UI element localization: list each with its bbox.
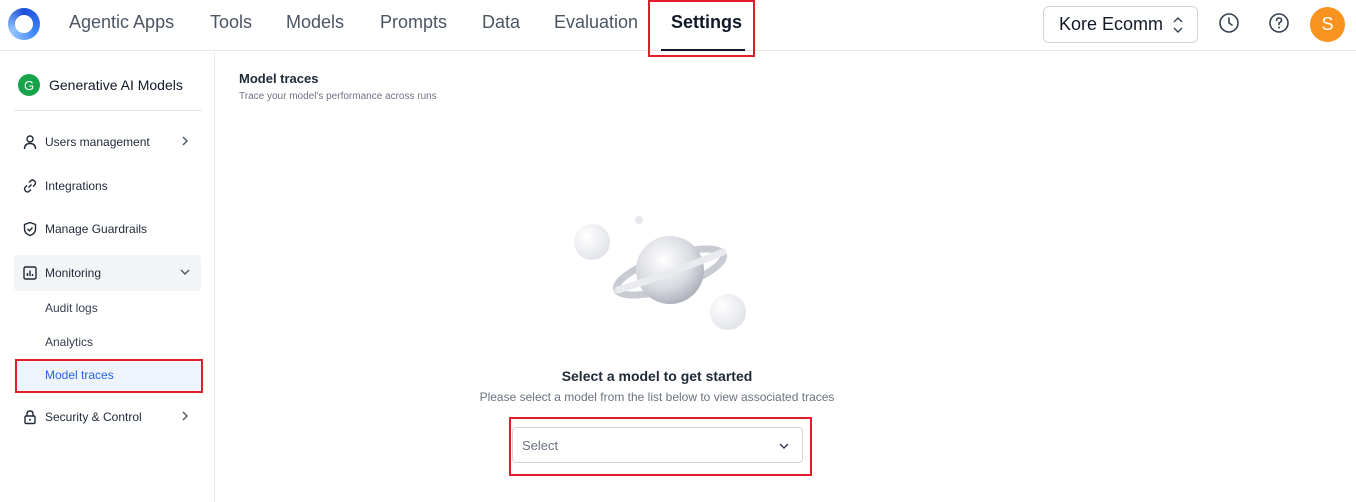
settings-sidebar: G Generative AI Models Users management … bbox=[0, 52, 215, 502]
empty-state-subtitle: Please select a model from the list belo… bbox=[479, 390, 835, 404]
nav-settings[interactable]: Settings bbox=[671, 12, 742, 33]
sidebar-item-manage-guardrails[interactable]: Manage Guardrails bbox=[14, 211, 201, 247]
user-icon bbox=[23, 135, 37, 150]
nav-models[interactable]: Models bbox=[286, 12, 344, 33]
page-title: Model traces bbox=[239, 71, 319, 86]
lock-icon bbox=[24, 410, 36, 425]
planet-illustration bbox=[574, 216, 746, 330]
sidebar-header: G Generative AI Models bbox=[18, 74, 183, 96]
sidebar-item-label: Monitoring bbox=[45, 266, 102, 280]
chevron-right-icon bbox=[182, 411, 188, 421]
sidebar-item-security-control[interactable]: Security & Control bbox=[14, 399, 201, 435]
shield-icon bbox=[23, 221, 37, 237]
sidebar-subitem-audit-logs[interactable]: Audit logs bbox=[14, 292, 201, 324]
nav-tools[interactable]: Tools bbox=[210, 12, 252, 33]
empty-state-title: Select a model to get started bbox=[561, 368, 753, 384]
sidebar-item-label: Manage Guardrails bbox=[45, 222, 148, 236]
app-logo[interactable] bbox=[8, 8, 40, 40]
chevron-down-icon bbox=[180, 269, 190, 275]
active-tab-indicator bbox=[661, 49, 745, 51]
link-icon bbox=[23, 179, 37, 193]
user-avatar[interactable]: S bbox=[1310, 7, 1345, 42]
sidebar-header-badge: G bbox=[18, 74, 40, 96]
history-clock-icon[interactable] bbox=[1218, 12, 1240, 34]
help-icon[interactable] bbox=[1268, 12, 1290, 34]
chart-icon bbox=[23, 266, 37, 280]
nav-prompts[interactable]: Prompts bbox=[380, 12, 447, 33]
model-select-dropdown[interactable]: Select bbox=[512, 427, 803, 463]
nav-agentic-apps[interactable]: Agentic Apps bbox=[69, 12, 174, 33]
nav-data[interactable]: Data bbox=[482, 12, 520, 33]
sidebar-item-label: Security & Control bbox=[45, 410, 142, 424]
sidebar-item-monitoring[interactable]: Monitoring bbox=[14, 255, 201, 291]
workspace-name: Kore Ecomm bbox=[1059, 14, 1164, 34]
sidebar-subitem-analytics[interactable]: Analytics bbox=[14, 326, 201, 358]
sidebar-item-integrations[interactable]: Integrations bbox=[14, 168, 201, 204]
page-subtitle: Trace your model's performance across ru… bbox=[239, 91, 437, 102]
sidebar-divider bbox=[14, 110, 202, 111]
top-navigation: Agentic Apps Tools Models Prompts Data E… bbox=[0, 0, 1356, 57]
chevron-down-icon bbox=[779, 443, 789, 450]
sidebar-item-label: Users management bbox=[45, 135, 150, 149]
workspace-selector[interactable]: Kore Ecomm bbox=[1043, 6, 1198, 43]
sidebar-header-title: Generative AI Models bbox=[49, 77, 183, 93]
select-placeholder: Select bbox=[522, 437, 559, 453]
sidebar-item-users-management[interactable]: Users management bbox=[14, 124, 201, 160]
nav-evaluation[interactable]: Evaluation bbox=[554, 12, 638, 33]
sidebar-item-label: Integrations bbox=[45, 179, 108, 193]
updown-chevron-icon bbox=[1173, 17, 1183, 33]
chevron-right-icon bbox=[182, 136, 188, 146]
